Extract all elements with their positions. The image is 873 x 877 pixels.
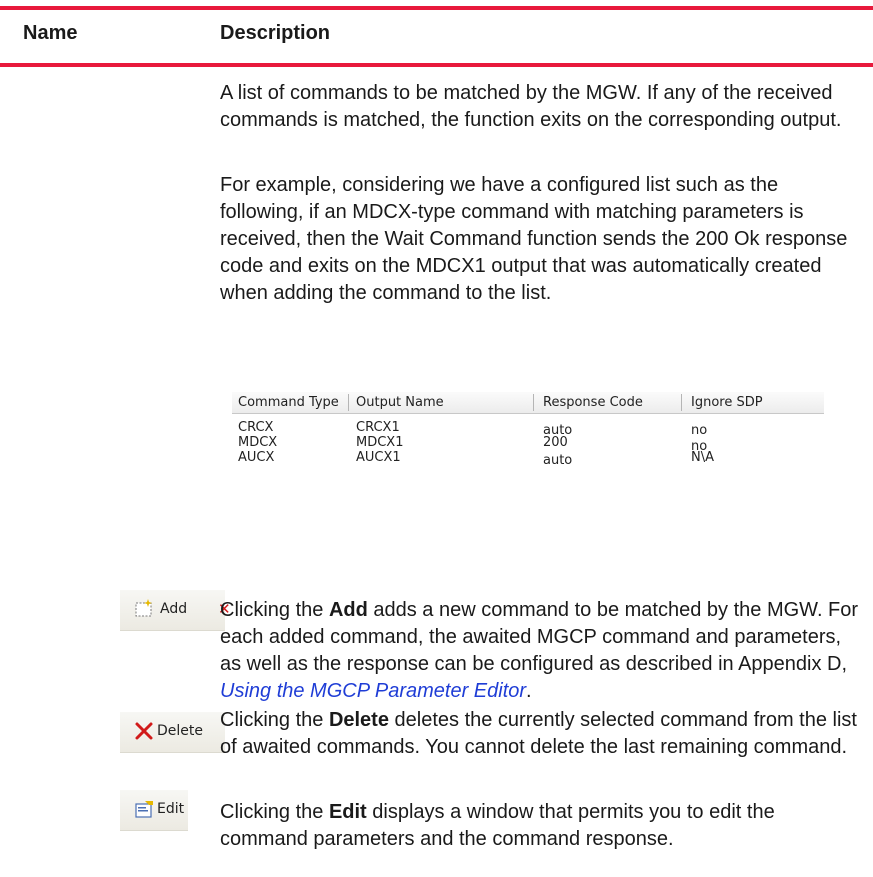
add-icon bbox=[133, 598, 155, 620]
column-separator bbox=[533, 394, 534, 411]
command-list-header: Command Type Output Name Response Code I… bbox=[232, 392, 824, 414]
cell-command-type: CRCX bbox=[238, 420, 274, 435]
column-separator bbox=[681, 394, 682, 411]
cell-ignore-sdp: N\A bbox=[691, 450, 714, 465]
table-header-rule bbox=[0, 63, 873, 67]
edit-button[interactable]: Edit bbox=[120, 790, 188, 831]
delete-button-label: Delete bbox=[157, 723, 203, 739]
cell-ignore-sdp: no bbox=[691, 423, 708, 438]
edit-button-label: Edit bbox=[157, 801, 185, 817]
edit-description: Clicking the Edit displays a window that… bbox=[220, 799, 860, 853]
column-separator bbox=[348, 394, 349, 411]
delete-desc-prefix: Clicking the bbox=[220, 709, 329, 731]
edit-desc-bold: Edit bbox=[328, 801, 367, 823]
cell-response-code: 200 bbox=[543, 435, 568, 450]
add-desc-bold: Add bbox=[328, 599, 368, 621]
add-desc-prefix: Clicking the bbox=[220, 599, 329, 621]
delete-description: Clicking the Delete deletes the currentl… bbox=[220, 707, 860, 761]
cell-output-name: AUCX1 bbox=[356, 450, 401, 465]
add-button-label: Add bbox=[160, 601, 188, 617]
add-button[interactable]: Add ✕ bbox=[120, 590, 231, 631]
column-command-type[interactable]: Command Type bbox=[238, 395, 339, 410]
column-ignore-sdp[interactable]: Ignore SDP bbox=[691, 395, 763, 410]
column-output-name[interactable]: Output Name bbox=[356, 395, 444, 410]
command-list-view: Command Type Output Name Response Code I… bbox=[232, 392, 824, 472]
edit-desc-prefix: Clicking the bbox=[220, 801, 329, 823]
cell-response-code: auto bbox=[543, 453, 573, 468]
cell-command-type: AUCX bbox=[238, 450, 275, 465]
table-top-rule bbox=[0, 6, 873, 10]
column-header-description: Description bbox=[220, 22, 331, 44]
edit-icon bbox=[133, 798, 155, 820]
intro-paragraph-2: For example, considering we have a confi… bbox=[220, 174, 848, 304]
cell-output-name: CRCX1 bbox=[356, 420, 400, 435]
parameter-editor-link[interactable]: Using the MGCP Parameter Editor bbox=[220, 680, 526, 702]
delete-icon bbox=[133, 720, 155, 742]
add-description: Clicking the Add adds a new command to b… bbox=[220, 597, 860, 705]
add-desc-end: . bbox=[526, 680, 532, 702]
cell-command-type: MDCX bbox=[238, 435, 278, 450]
delete-desc-bold: Delete bbox=[328, 709, 389, 731]
column-response-code[interactable]: Response Code bbox=[543, 395, 643, 410]
intro-paragraph-1: A list of commands to be matched by the … bbox=[220, 82, 842, 131]
cell-output-name: MDCX1 bbox=[356, 435, 404, 450]
column-header-name: Name bbox=[23, 22, 78, 44]
delete-button[interactable]: Delete bbox=[120, 712, 225, 753]
